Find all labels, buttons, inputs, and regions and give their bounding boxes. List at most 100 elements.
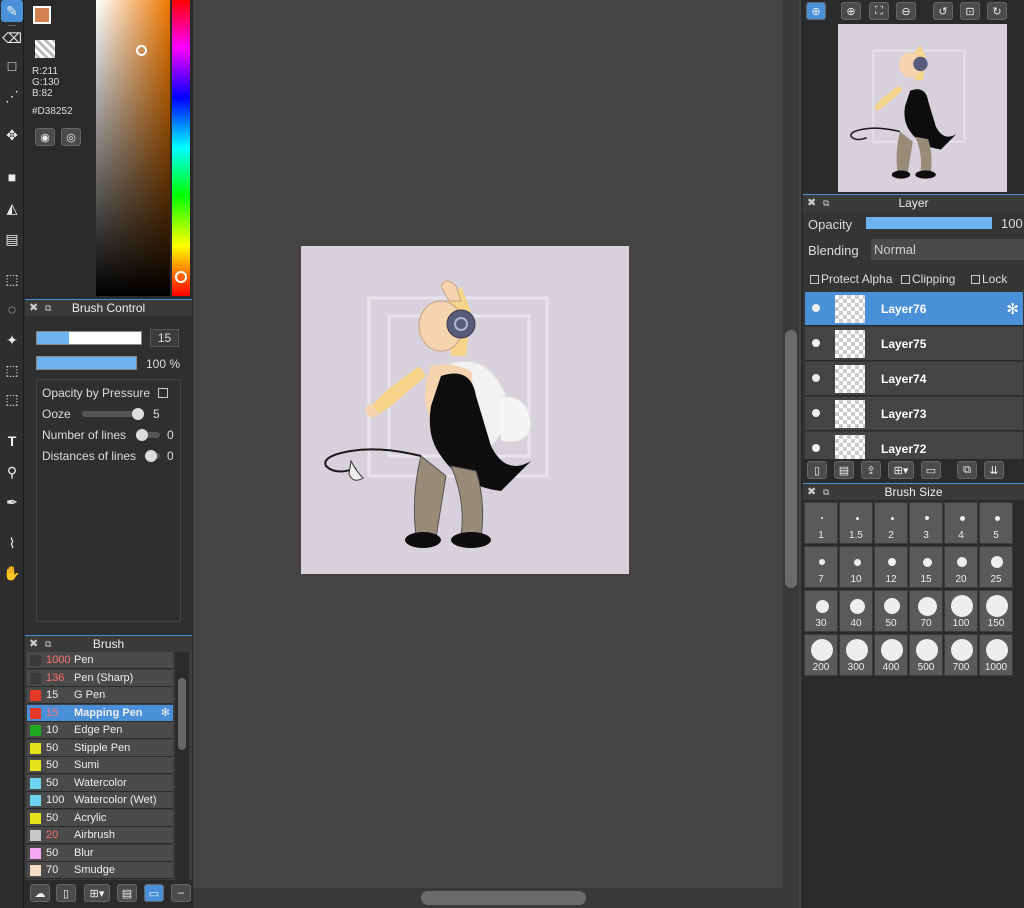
foreground-color-swatch[interactable] (33, 6, 51, 24)
brush-tool-icon[interactable]: ✎ (1, 0, 23, 22)
popout-icon[interactable]: ⧉ (823, 484, 829, 500)
visibility-icon[interactable] (812, 409, 820, 417)
eyedropper-pen-tool-icon[interactable]: ✒ (1, 491, 23, 513)
close-icon[interactable]: ✖ (29, 300, 38, 316)
ooze-slider-knob[interactable] (132, 408, 144, 420)
brush-size-option[interactable]: 1000 (979, 634, 1013, 676)
brush-item[interactable]: 100 Watercolor (Wet) (27, 792, 173, 809)
zoom-fit-icon[interactable]: ⊕ (806, 2, 826, 20)
popout-icon[interactable]: ⧉ (823, 195, 829, 211)
opacity-by-pressure-checkbox[interactable] (158, 388, 168, 398)
navigator-thumbnail[interactable] (838, 24, 1007, 192)
brush-size-option[interactable]: 15 (909, 546, 943, 588)
select-pen-tool-icon[interactable]: ⬚ (1, 359, 23, 381)
brush-size-option[interactable]: 3 (909, 502, 943, 544)
lock-option[interactable]: Lock (971, 272, 1007, 286)
close-icon[interactable]: ✖ (807, 195, 816, 211)
brush-item[interactable]: 10 Edge Pen (27, 722, 173, 739)
ooze-slider[interactable] (82, 408, 144, 420)
brush-item[interactable]: 15 Mapping Pen ✻ (27, 704, 173, 722)
brush-size-option[interactable]: 20 (944, 546, 978, 588)
lock-checkbox[interactable] (971, 275, 980, 285)
move-tool-icon[interactable]: ✥ (1, 124, 23, 146)
brush-size-option[interactable]: 50 (874, 590, 908, 632)
vertical-scrollbar[interactable] (783, 0, 799, 888)
brush-item[interactable]: 15 G Pen (27, 687, 173, 704)
brush-item[interactable]: 50 Acrylic (27, 809, 173, 827)
layer-row[interactable]: Layer76 ✻ (805, 292, 1023, 326)
brush-size-option[interactable]: 300 (839, 634, 873, 676)
gear-icon[interactable]: ✻ (161, 705, 170, 722)
visibility-icon[interactable] (812, 304, 820, 312)
brush-size-option[interactable]: 70 (909, 590, 943, 632)
visibility-icon[interactable] (812, 339, 820, 347)
eraser-tool-icon[interactable]: ⌫ (1, 27, 23, 49)
select-eraser-tool-icon[interactable]: ⬚ (1, 388, 23, 410)
brush-size-option[interactable]: 7 (804, 546, 838, 588)
brush-size-slider[interactable] (36, 331, 142, 345)
brush-folder-icon[interactable]: ▭ (144, 884, 164, 902)
lasso-tool-icon[interactable]: ◌ (1, 298, 23, 320)
fit-window-icon[interactable]: ⛶ (869, 2, 889, 20)
brush-size-option[interactable]: 150 (979, 590, 1013, 632)
brush-size-option[interactable]: 200 (804, 634, 838, 676)
rotate-left-icon[interactable]: ↺ (933, 2, 953, 20)
brush-item[interactable]: 50 Sumi (27, 757, 173, 774)
vertical-scroll-thumb[interactable] (785, 330, 797, 588)
number-of-lines-slider[interactable] (136, 429, 160, 441)
merge-layer-icon[interactable]: ⇊ (984, 461, 1004, 479)
brush-size-option[interactable]: 4 (944, 502, 978, 544)
distances-of-lines-slider[interactable] (145, 450, 160, 462)
protect-alpha-checkbox[interactable] (810, 275, 819, 285)
layer-row[interactable]: Layer75 (805, 327, 1023, 361)
brush-size-option[interactable]: 10 (839, 546, 873, 588)
brush-size-option[interactable]: 2 (874, 502, 908, 544)
brush-list-scrollbar[interactable] (175, 652, 189, 880)
clipping-option[interactable]: Clipping (901, 272, 955, 286)
distances-of-lines-knob[interactable] (145, 450, 157, 462)
layer-add-menu-icon[interactable]: ⊞▾ (888, 461, 914, 479)
eyedropper-tool-icon[interactable]: ⌇ (1, 532, 23, 554)
gradient-tool-icon[interactable]: ▤ (1, 228, 23, 250)
brush-size-option[interactable]: 700 (944, 634, 978, 676)
brush-size-option[interactable]: 30 (804, 590, 838, 632)
blending-select[interactable]: Normal (871, 239, 1024, 260)
brush-size-option[interactable]: 25 (979, 546, 1013, 588)
close-icon[interactable]: ✖ (807, 484, 816, 500)
hand-tool-icon[interactable]: ✋ (1, 562, 23, 584)
sv-picker-cursor[interactable] (136, 45, 147, 56)
brush-size-option[interactable]: 100 (944, 590, 978, 632)
fill-rect-tool-icon[interactable]: ■ (1, 166, 23, 188)
bucket-tool-icon[interactable]: ◭ (1, 197, 23, 219)
horizontal-scrollbar[interactable] (193, 888, 799, 908)
brush-delete-icon[interactable]: – (171, 884, 191, 902)
import-layer-icon[interactable]: ⇪ (861, 461, 881, 479)
horizontal-scroll-thumb[interactable] (421, 891, 586, 905)
popout-icon[interactable]: ⧉ (45, 300, 51, 316)
hue-slider-cursor[interactable] (175, 271, 187, 283)
drawing-canvas[interactable] (301, 246, 629, 574)
layer-row[interactable]: Layer74 (805, 362, 1023, 396)
brush-add-menu-icon[interactable]: ⊞▾ (84, 884, 110, 902)
brush-item[interactable]: 50 Stipple Pen (27, 739, 173, 757)
brush-opacity-slider[interactable] (36, 356, 137, 370)
saturation-value-picker[interactable] (96, 0, 170, 296)
dotted-line-tool-icon[interactable]: ⋰ (1, 85, 23, 107)
new-brush-icon[interactable]: ▯ (56, 884, 76, 902)
layer-opacity-slider[interactable] (866, 217, 992, 229)
brush-size-option[interactable]: 1 (804, 502, 838, 544)
text-tool-icon[interactable]: T (1, 430, 23, 452)
zoom-in-icon[interactable]: ⊕ (841, 2, 861, 20)
visibility-icon[interactable] (812, 374, 820, 382)
protect-alpha-option[interactable]: Protect Alpha (810, 272, 892, 286)
popout-icon[interactable]: ⧉ (45, 636, 51, 652)
close-icon[interactable]: ✖ (29, 636, 38, 652)
palette-add-icon[interactable]: ◎ (61, 128, 81, 146)
transparent-color-swatch[interactable] (35, 40, 55, 58)
brush-size-option[interactable]: 40 (839, 590, 873, 632)
brush-size-option[interactable]: 500 (909, 634, 943, 676)
brush-item[interactable]: 70 Smudge (27, 862, 173, 879)
brush-size-option[interactable]: 12 (874, 546, 908, 588)
zoom-out-icon[interactable]: ⊖ (896, 2, 916, 20)
hue-slider[interactable] (172, 0, 190, 296)
